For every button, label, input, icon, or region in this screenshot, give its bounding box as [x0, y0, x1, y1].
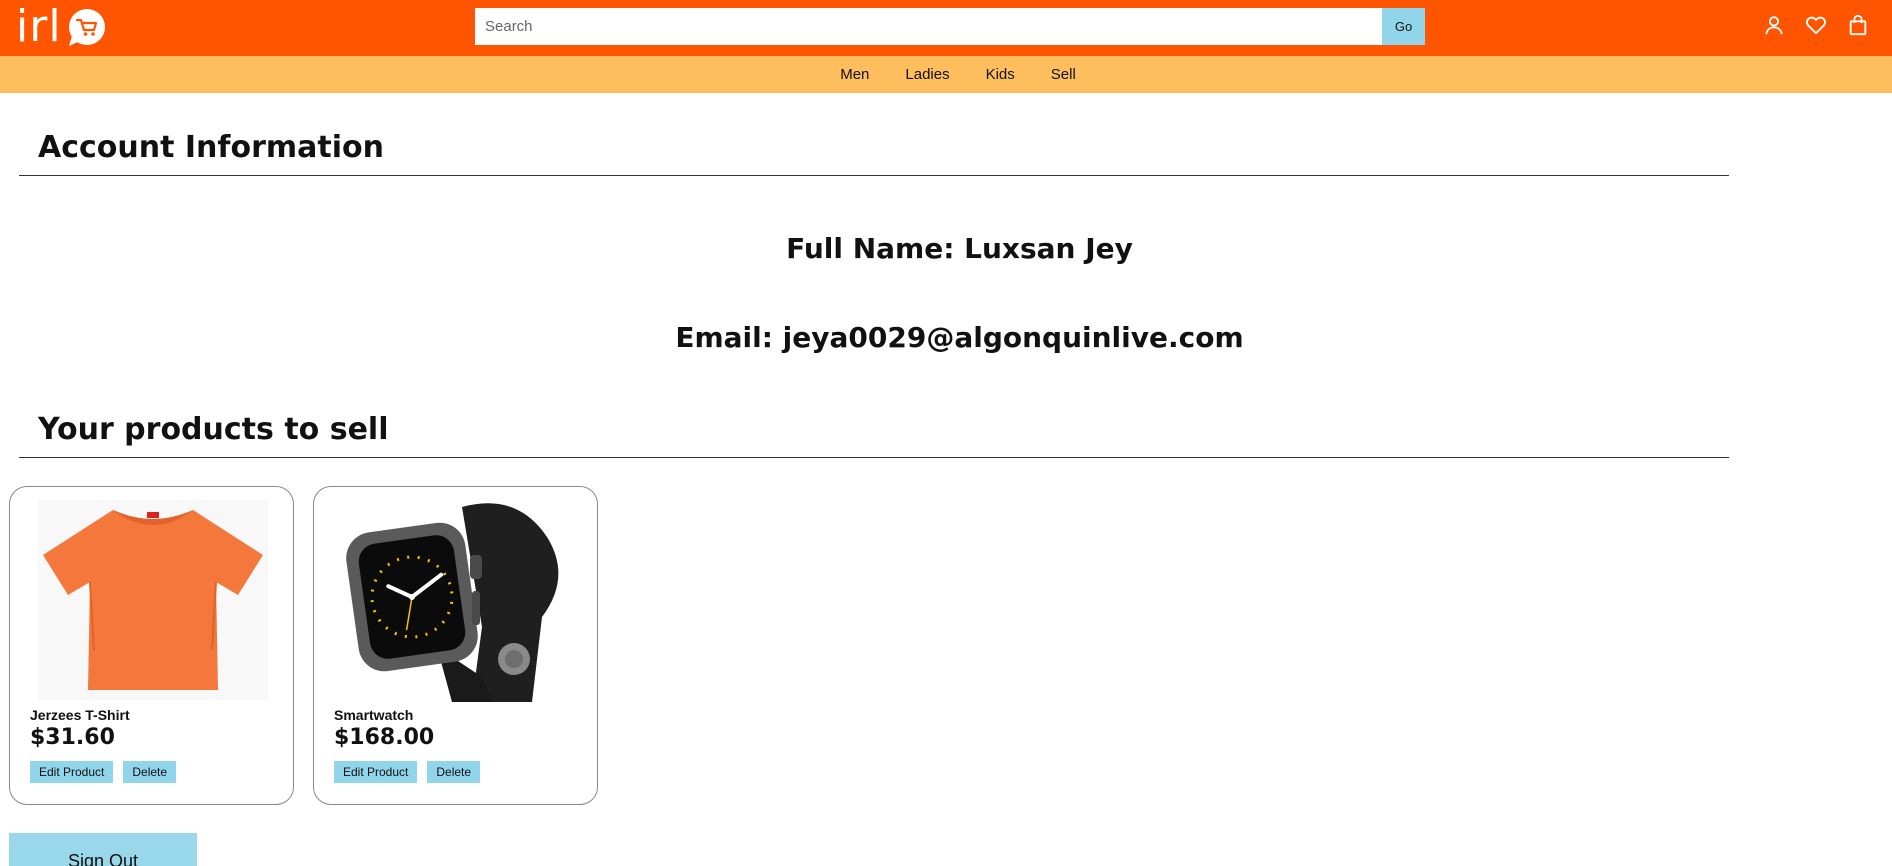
section-divider	[19, 457, 1729, 458]
nav-item-ladies[interactable]: Ladies	[905, 66, 949, 83]
nav-item-men[interactable]: Men	[840, 66, 869, 83]
nav-item-sell[interactable]: Sell	[1051, 66, 1076, 83]
delete-product-button[interactable]: Delete	[123, 761, 177, 783]
nav-item-kids[interactable]: Kids	[986, 66, 1015, 83]
orange-tshirt-image[interactable]	[30, 497, 275, 702]
products-title: Your products to sell	[38, 412, 389, 447]
sign-out-button[interactable]: Sign Out	[9, 833, 197, 866]
product-name: Smartwatch	[334, 707, 414, 723]
cart-logo-icon	[66, 8, 106, 46]
search-bar: Go	[475, 8, 1425, 45]
logo-text: irl	[16, 1, 62, 52]
delete-product-button[interactable]: Delete	[427, 761, 481, 783]
full-name-text: Full Name: Luxsan Jey	[786, 232, 1133, 265]
product-price: $168.00	[334, 725, 435, 750]
user-icon[interactable]	[1762, 13, 1786, 37]
product-card: Smartwatch $168.00 Edit Product Delete	[313, 486, 598, 805]
email-text: Email: jeya0029@algonquinlive.com	[675, 321, 1244, 354]
header-icons	[1762, 13, 1870, 37]
section-divider	[19, 175, 1729, 176]
product-actions: Edit Product Delete	[334, 761, 481, 783]
account-info-title: Account Information	[38, 130, 384, 165]
top-header: irl Go	[0, 0, 1892, 56]
search-input[interactable]	[475, 8, 1382, 45]
edit-product-button[interactable]: Edit Product	[334, 761, 418, 783]
product-actions: Edit Product Delete	[30, 761, 177, 783]
edit-product-button[interactable]: Edit Product	[30, 761, 114, 783]
site-logo[interactable]: irl	[16, 2, 106, 52]
product-card: Jerzees T-Shirt $31.60 Edit Product Dele…	[9, 486, 294, 805]
shopping-bag-icon[interactable]	[1846, 13, 1870, 37]
search-go-button[interactable]: Go	[1382, 8, 1425, 45]
heart-icon[interactable]	[1804, 13, 1828, 37]
category-nav: Men Ladies Kids Sell	[0, 56, 1892, 93]
product-name: Jerzees T-Shirt	[30, 707, 130, 723]
product-price: $31.60	[30, 725, 115, 750]
smartwatch-image[interactable]	[334, 497, 579, 702]
